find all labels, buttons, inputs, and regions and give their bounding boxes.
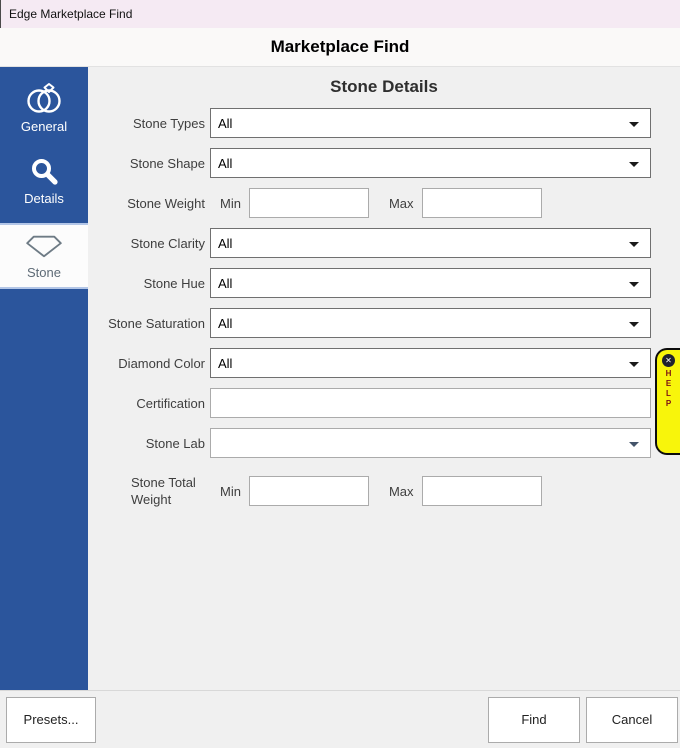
marketplace-find-window: Edge Marketplace Find Marketplace Find G… xyxy=(0,0,680,748)
form-row-certification: Certification xyxy=(88,388,680,418)
stone-total-weight-max-input[interactable] xyxy=(422,476,542,506)
chevron-down-icon xyxy=(629,282,639,287)
help-close-icon[interactable]: ✕ xyxy=(662,354,675,367)
sidebar-item-stone[interactable]: Stone xyxy=(0,223,88,289)
stone-weight-max-input[interactable] xyxy=(422,188,542,218)
form-row-stone-clarity: Stone Clarity All xyxy=(88,228,680,258)
sidebar-item-label: General xyxy=(21,119,67,134)
window-title: Edge Marketplace Find xyxy=(9,7,132,21)
chevron-down-icon xyxy=(629,322,639,327)
form-row-stone-total-weight: Stone Total Weight Min Max xyxy=(88,468,680,514)
stone-lab-combobox[interactable] xyxy=(210,428,651,458)
field-label: Stone Shape xyxy=(88,156,205,171)
max-label: Max xyxy=(389,196,414,211)
find-button[interactable]: Find xyxy=(488,697,580,743)
stone-weight-min-input[interactable] xyxy=(249,188,369,218)
combobox-value: All xyxy=(218,316,232,331)
stone-shape-combobox[interactable]: All xyxy=(210,148,651,178)
sidebar-item-details[interactable]: Details xyxy=(0,148,88,214)
stone-saturation-combobox[interactable]: All xyxy=(210,308,651,338)
help-letter: L xyxy=(666,389,671,399)
dialog-footer: Presets... Find Cancel xyxy=(0,690,680,748)
stone-types-combobox[interactable]: All xyxy=(210,108,651,138)
sidebar: General Details Stone xyxy=(0,67,88,690)
chevron-down-icon xyxy=(629,242,639,247)
combobox-value: All xyxy=(218,116,232,131)
min-label: Min xyxy=(220,196,241,211)
sidebar-item-general[interactable]: General xyxy=(0,75,88,141)
sidebar-item-label: Details xyxy=(24,191,64,206)
field-label: Certification xyxy=(88,396,205,411)
help-letter: P xyxy=(666,399,671,409)
help-letter: E xyxy=(666,379,671,389)
field-label: Diamond Color xyxy=(88,356,205,371)
field-label: Stone Hue xyxy=(88,276,205,291)
combobox-value: All xyxy=(218,356,232,371)
field-label: Stone Total Weight xyxy=(88,474,205,508)
form-row-stone-shape: Stone Shape All xyxy=(88,148,680,178)
chevron-down-icon xyxy=(629,362,639,367)
chevron-down-icon xyxy=(629,442,639,447)
help-letter: H xyxy=(666,369,672,379)
presets-button[interactable]: Presets... xyxy=(6,697,96,743)
min-label: Min xyxy=(220,484,241,499)
diamond-icon xyxy=(23,232,65,260)
combobox-value: All xyxy=(218,276,232,291)
cancel-button[interactable]: Cancel xyxy=(586,697,678,743)
title-bar: Edge Marketplace Find xyxy=(0,0,680,28)
form-row-stone-saturation: Stone Saturation All xyxy=(88,308,680,338)
field-label: Stone Clarity xyxy=(88,236,205,251)
form-row-stone-types: Stone Types All xyxy=(88,108,680,138)
form-row-stone-weight: Stone Weight Min Max xyxy=(88,188,680,218)
diamond-color-combobox[interactable]: All xyxy=(210,348,651,378)
stone-total-weight-min-input[interactable] xyxy=(249,476,369,506)
help-tab[interactable]: ✕ H E L P xyxy=(655,348,680,455)
form-row-stone-lab: Stone Lab xyxy=(88,428,680,458)
chevron-down-icon xyxy=(629,162,639,167)
field-label: Stone Lab xyxy=(88,436,205,451)
stone-total-weight-range: Min Max xyxy=(210,476,651,506)
combobox-value: All xyxy=(218,156,232,171)
max-label: Max xyxy=(389,484,414,499)
stone-clarity-combobox[interactable]: All xyxy=(210,228,651,258)
stone-weight-range: Min Max xyxy=(210,188,651,218)
stone-details-panel: Stone Details Stone Types All Stone Shap… xyxy=(88,67,680,690)
certification-input[interactable] xyxy=(210,388,651,418)
dialog-body: General Details Stone xyxy=(0,67,680,690)
form-row-diamond-color: Diamond Color All xyxy=(88,348,680,378)
form-row-stone-hue: Stone Hue All xyxy=(88,268,680,298)
field-label: Stone Saturation xyxy=(88,316,205,331)
rings-icon xyxy=(23,82,65,114)
field-label: Stone Weight xyxy=(88,196,205,211)
section-title: Stone Details xyxy=(88,76,680,97)
page-title: Marketplace Find xyxy=(271,37,410,57)
sidebar-item-label: Stone xyxy=(27,265,61,280)
field-label: Stone Types xyxy=(88,116,205,131)
combobox-value: All xyxy=(218,236,232,251)
chevron-down-icon xyxy=(629,122,639,127)
search-icon xyxy=(29,156,59,186)
stone-hue-combobox[interactable]: All xyxy=(210,268,651,298)
dialog-header: Marketplace Find xyxy=(0,28,680,67)
